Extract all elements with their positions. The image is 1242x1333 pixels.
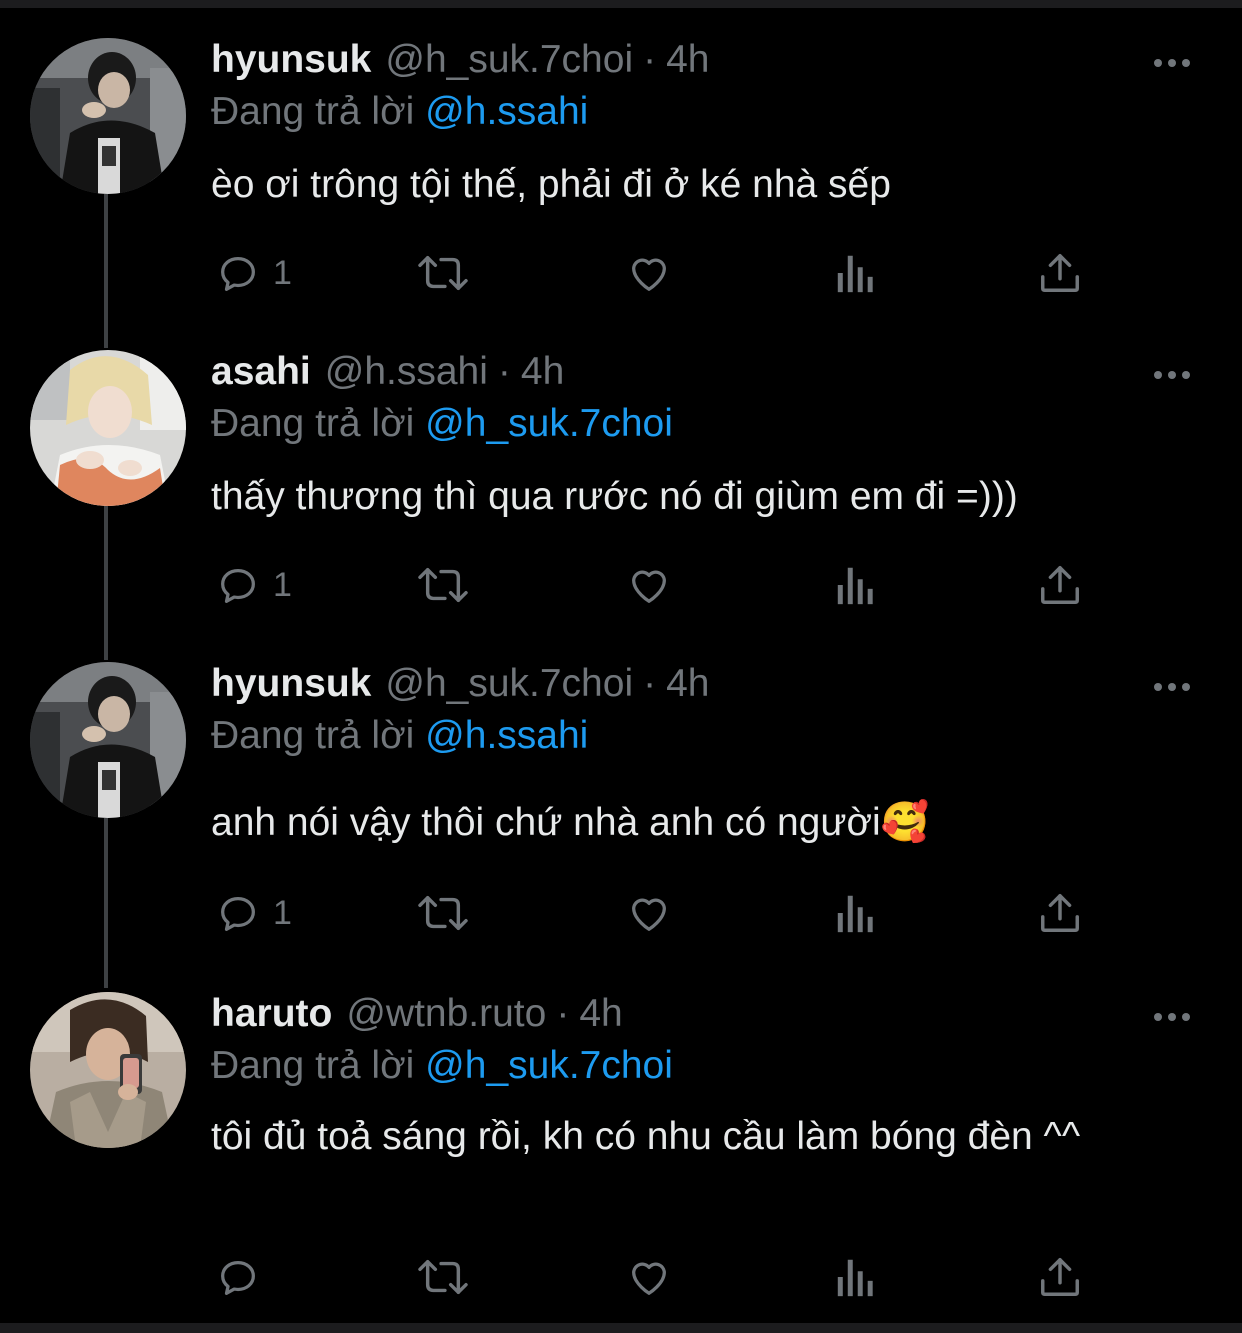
top-border [0,0,1242,8]
timestamp[interactable]: 4h [666,662,709,706]
replying-to-label: Đang trả lời [211,90,415,133]
tweet-text: èo ơi trông tội thế, phải đi ở ké nhà sế… [211,163,891,206]
like-button[interactable] [625,1252,673,1302]
separator-dot: · [497,350,511,393]
user-handle[interactable]: @wtnb.ruto [346,992,546,1036]
user-handle[interactable]: @h_suk.7choi [385,662,633,706]
tweet[interactable]: haruto @wtnb.ruto · 4h Đang trả lời @h_s… [0,992,1242,1322]
share-icon [1041,566,1079,604]
replying-to: Đang trả lời @h_suk.7choi [211,402,673,446]
mention-link[interactable]: @h.ssahi [425,714,588,757]
retweet-button[interactable] [415,1252,471,1302]
like-button[interactable] [625,560,673,610]
avatar[interactable] [30,992,186,1148]
user-handle[interactable]: @h.ssahi [325,350,488,394]
share-icon [1041,254,1079,292]
analytics-button[interactable] [835,248,877,298]
reply-button[interactable]: 1 [215,560,292,610]
reply-icon [221,1260,255,1295]
tweet-text: tôi đủ toả sáng rồi, kh có nhu cầu làm b… [211,1115,1081,1158]
retweet-icon [418,567,468,603]
heart-icon [632,1262,666,1295]
tweet[interactable]: asahi @h.ssahi · 4h Đang trả lời @h_suk.… [0,350,1242,650]
user-handle[interactable]: @h_suk.7choi [385,38,633,82]
reply-button[interactable]: 1 [215,248,292,298]
tweet-text: anh nói vậy thôi chứ nhà anh có người🥰 [211,801,930,844]
separator-dot: · [643,38,657,81]
replying-to: Đang trả lời @h_suk.7choi [211,1044,673,1088]
tweet[interactable]: hyunsuk @h_suk.7choi · 4h Đang trả lời @… [0,662,1242,982]
reply-count: 1 [273,565,292,604]
tweet-text: thấy thương thì qua rước nó đi giùm em đ… [211,475,1018,518]
more-options-icon[interactable] [1142,672,1202,702]
share-button[interactable] [1037,888,1083,938]
more-options-icon[interactable] [1142,360,1202,390]
replying-to-label: Đang trả lời [211,714,415,757]
avatar[interactable] [30,350,186,506]
retweet-button[interactable] [415,248,471,298]
reply-icon [221,256,255,291]
tweet-header: asahi @h.ssahi · 4h [211,350,564,406]
retweet-icon [418,895,468,931]
reply-button[interactable] [215,1252,273,1302]
analytics-button[interactable] [835,1252,877,1302]
like-button[interactable] [625,888,673,938]
analytics-button[interactable] [835,888,877,938]
reply-count: 1 [273,253,292,292]
separator-dot: · [643,662,657,705]
retweet-icon [418,1259,468,1295]
mention-link[interactable]: @h.ssahi [425,90,588,133]
action-bar [211,1252,1091,1302]
analytics-icon [837,255,873,293]
share-icon [1041,894,1079,932]
replying-to-label: Đang trả lời [211,1044,415,1087]
analytics-icon [837,1259,873,1297]
reply-count: 1 [273,893,292,932]
tweet-header: haruto @wtnb.ruto · 4h [211,992,623,1048]
analytics-icon [837,567,873,605]
retweet-button[interactable] [415,888,471,938]
heart-icon [632,570,666,603]
share-icon [1041,1258,1079,1296]
tweet[interactable]: hyunsuk @h_suk.7choi · 4h Đang trả lời @… [0,38,1242,338]
share-button[interactable] [1037,560,1083,610]
share-button[interactable] [1037,248,1083,298]
timestamp[interactable]: 4h [521,350,564,394]
display-name[interactable]: asahi [211,350,311,394]
mention-link[interactable]: @h_suk.7choi [425,402,673,445]
more-options-icon[interactable] [1142,1002,1202,1032]
reply-button[interactable]: 1 [215,888,292,938]
heart-icon [632,898,666,931]
display-name[interactable]: haruto [211,992,332,1036]
replying-to: Đang trả lời @h.ssahi [211,714,588,758]
tweet-header: hyunsuk @h_suk.7choi · 4h [211,662,710,718]
timestamp[interactable]: 4h [579,992,622,1036]
display-name[interactable]: hyunsuk [211,38,371,82]
avatar[interactable] [30,38,186,194]
replying-to-label: Đang trả lời [211,402,415,445]
reply-thread: hyunsuk @h_suk.7choi · 4h Đang trả lời @… [0,0,1242,1333]
reply-icon [221,568,255,603]
replying-to: Đang trả lời @h.ssahi [211,90,588,134]
separator-dot: · [556,992,570,1035]
retweet-button[interactable] [415,560,471,610]
retweet-icon [418,255,468,291]
tweet-header: hyunsuk @h_suk.7choi · 4h [211,38,710,94]
reply-icon [221,896,255,931]
like-button[interactable] [625,248,673,298]
action-bar: 1 [211,248,1091,298]
analytics-icon [837,895,873,933]
avatar[interactable] [30,662,186,818]
heart-icon [632,258,666,291]
mention-link[interactable]: @h_suk.7choi [425,1044,673,1087]
bottom-border [0,1323,1242,1333]
share-button[interactable] [1037,1252,1083,1302]
timestamp[interactable]: 4h [666,38,709,82]
more-options-icon[interactable] [1142,48,1202,78]
action-bar: 1 [211,560,1091,610]
analytics-button[interactable] [835,560,877,610]
display-name[interactable]: hyunsuk [211,662,371,706]
action-bar: 1 [211,888,1091,938]
